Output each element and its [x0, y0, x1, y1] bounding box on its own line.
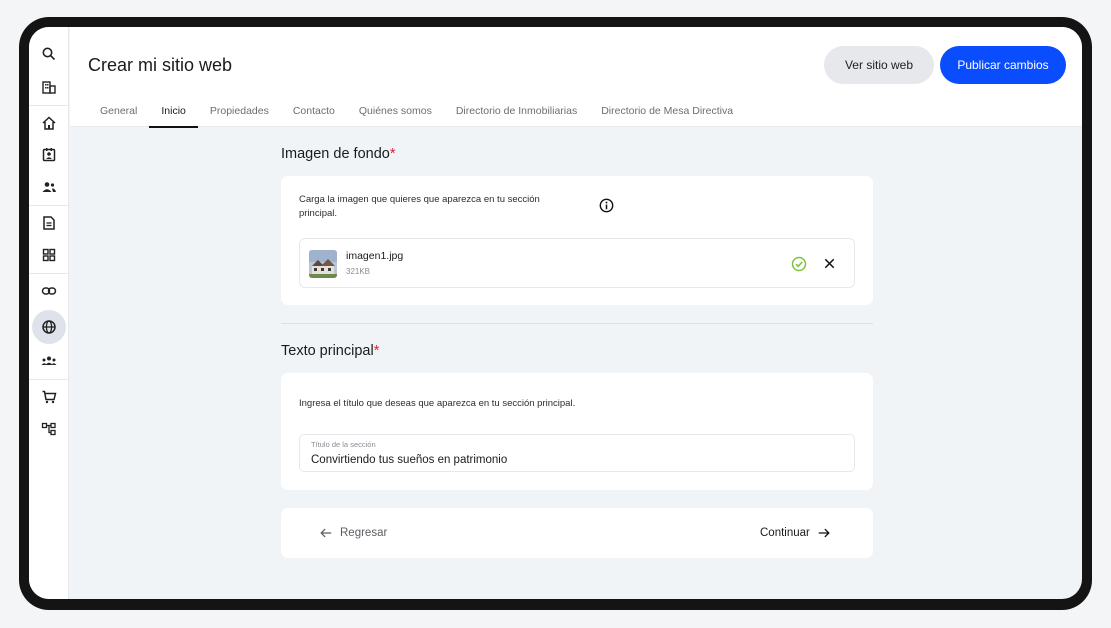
tab-directorio-mesa-directiva[interactable]: Directorio de Mesa Directiva: [601, 99, 733, 127]
close-icon[interactable]: [822, 256, 837, 271]
home-icon[interactable]: [29, 109, 69, 137]
background-image-description: Carga la imagen que quieres que aparezca…: [299, 194, 540, 219]
sidebar-divider: [29, 205, 69, 206]
page-header: Crear mi sitio web Ver sitio web Publica…: [70, 27, 1082, 128]
required-mark: *: [389, 146, 396, 162]
contact-card-icon[interactable]: [29, 141, 69, 169]
main-text-heading: Texto principal*: [281, 343, 379, 359]
main-text-description: Ingresa el título que deseas que aparezc…: [299, 398, 576, 409]
team-icon[interactable]: [29, 347, 69, 375]
uploaded-file-item: imagen1.jpg 321KB: [299, 238, 855, 288]
tab-inicio[interactable]: Inicio: [149, 99, 198, 128]
tab-contacto[interactable]: Contacto: [293, 99, 335, 127]
link-icon[interactable]: [29, 277, 69, 305]
section-title-field-label: Título de la sección: [311, 440, 376, 449]
tab-directorio-inmobiliarias[interactable]: Directorio de Inmobiliarias: [456, 99, 577, 127]
image-thumbnail: [309, 250, 337, 278]
section-divider: [281, 323, 873, 324]
document-icon[interactable]: [29, 209, 69, 237]
sidebar-divider: [29, 273, 69, 274]
arrow-right-icon: [818, 528, 830, 538]
arrow-left-icon: [320, 528, 332, 538]
sidebar-divider: [29, 105, 69, 106]
continue-button-label: Continuar: [760, 527, 810, 539]
search-icon[interactable]: [29, 40, 69, 68]
file-size: 321KB: [346, 267, 371, 276]
check-circle-icon: [791, 256, 807, 272]
building-icon[interactable]: [29, 73, 69, 101]
tab-general[interactable]: General: [100, 99, 137, 127]
sidebar-divider: [29, 379, 69, 380]
footer-nav-card: Regresar Continuar: [281, 508, 873, 558]
tab-quienes-somos[interactable]: Quiénes somos: [359, 99, 432, 127]
cart-icon[interactable]: [29, 383, 69, 411]
section-title-field[interactable]: Título de la sección Convirtiendo tus su…: [299, 434, 855, 472]
app-screen: Crear mi sitio web Ver sitio web Publica…: [29, 27, 1082, 599]
background-image-title: Imagen de fondo: [281, 146, 390, 162]
tab-bar: General Inicio Propiedades Contacto Quié…: [100, 99, 757, 128]
continue-button[interactable]: Continuar: [760, 508, 831, 558]
file-name: imagen1.jpg: [346, 250, 404, 262]
main-text-title: Texto principal: [281, 343, 374, 359]
sidebar: [29, 27, 69, 599]
section-title-field-value[interactable]: Convirtiendo tus sueños en patrimonio: [311, 454, 507, 466]
main-text-card: Ingresa el título que deseas que aparezc…: [281, 373, 873, 490]
grid-icon[interactable]: [29, 241, 69, 269]
back-button-label: Regresar: [340, 527, 388, 539]
required-mark: *: [373, 343, 380, 359]
background-image-card: Carga la imagen que quieres que aparezca…: [281, 176, 873, 305]
hierarchy-icon[interactable]: [29, 415, 69, 443]
tab-propiedades[interactable]: Propiedades: [210, 99, 269, 127]
users-icon[interactable]: [29, 173, 69, 201]
page-title: Crear mi sitio web: [88, 55, 233, 75]
background-image-heading: Imagen de fondo*: [281, 146, 396, 162]
publish-changes-button[interactable]: Publicar cambios: [940, 46, 1066, 84]
back-button[interactable]: Regresar: [319, 508, 387, 558]
info-icon[interactable]: [599, 198, 614, 213]
globe-icon[interactable]: [29, 313, 69, 341]
view-site-button[interactable]: Ver sitio web: [824, 46, 934, 84]
